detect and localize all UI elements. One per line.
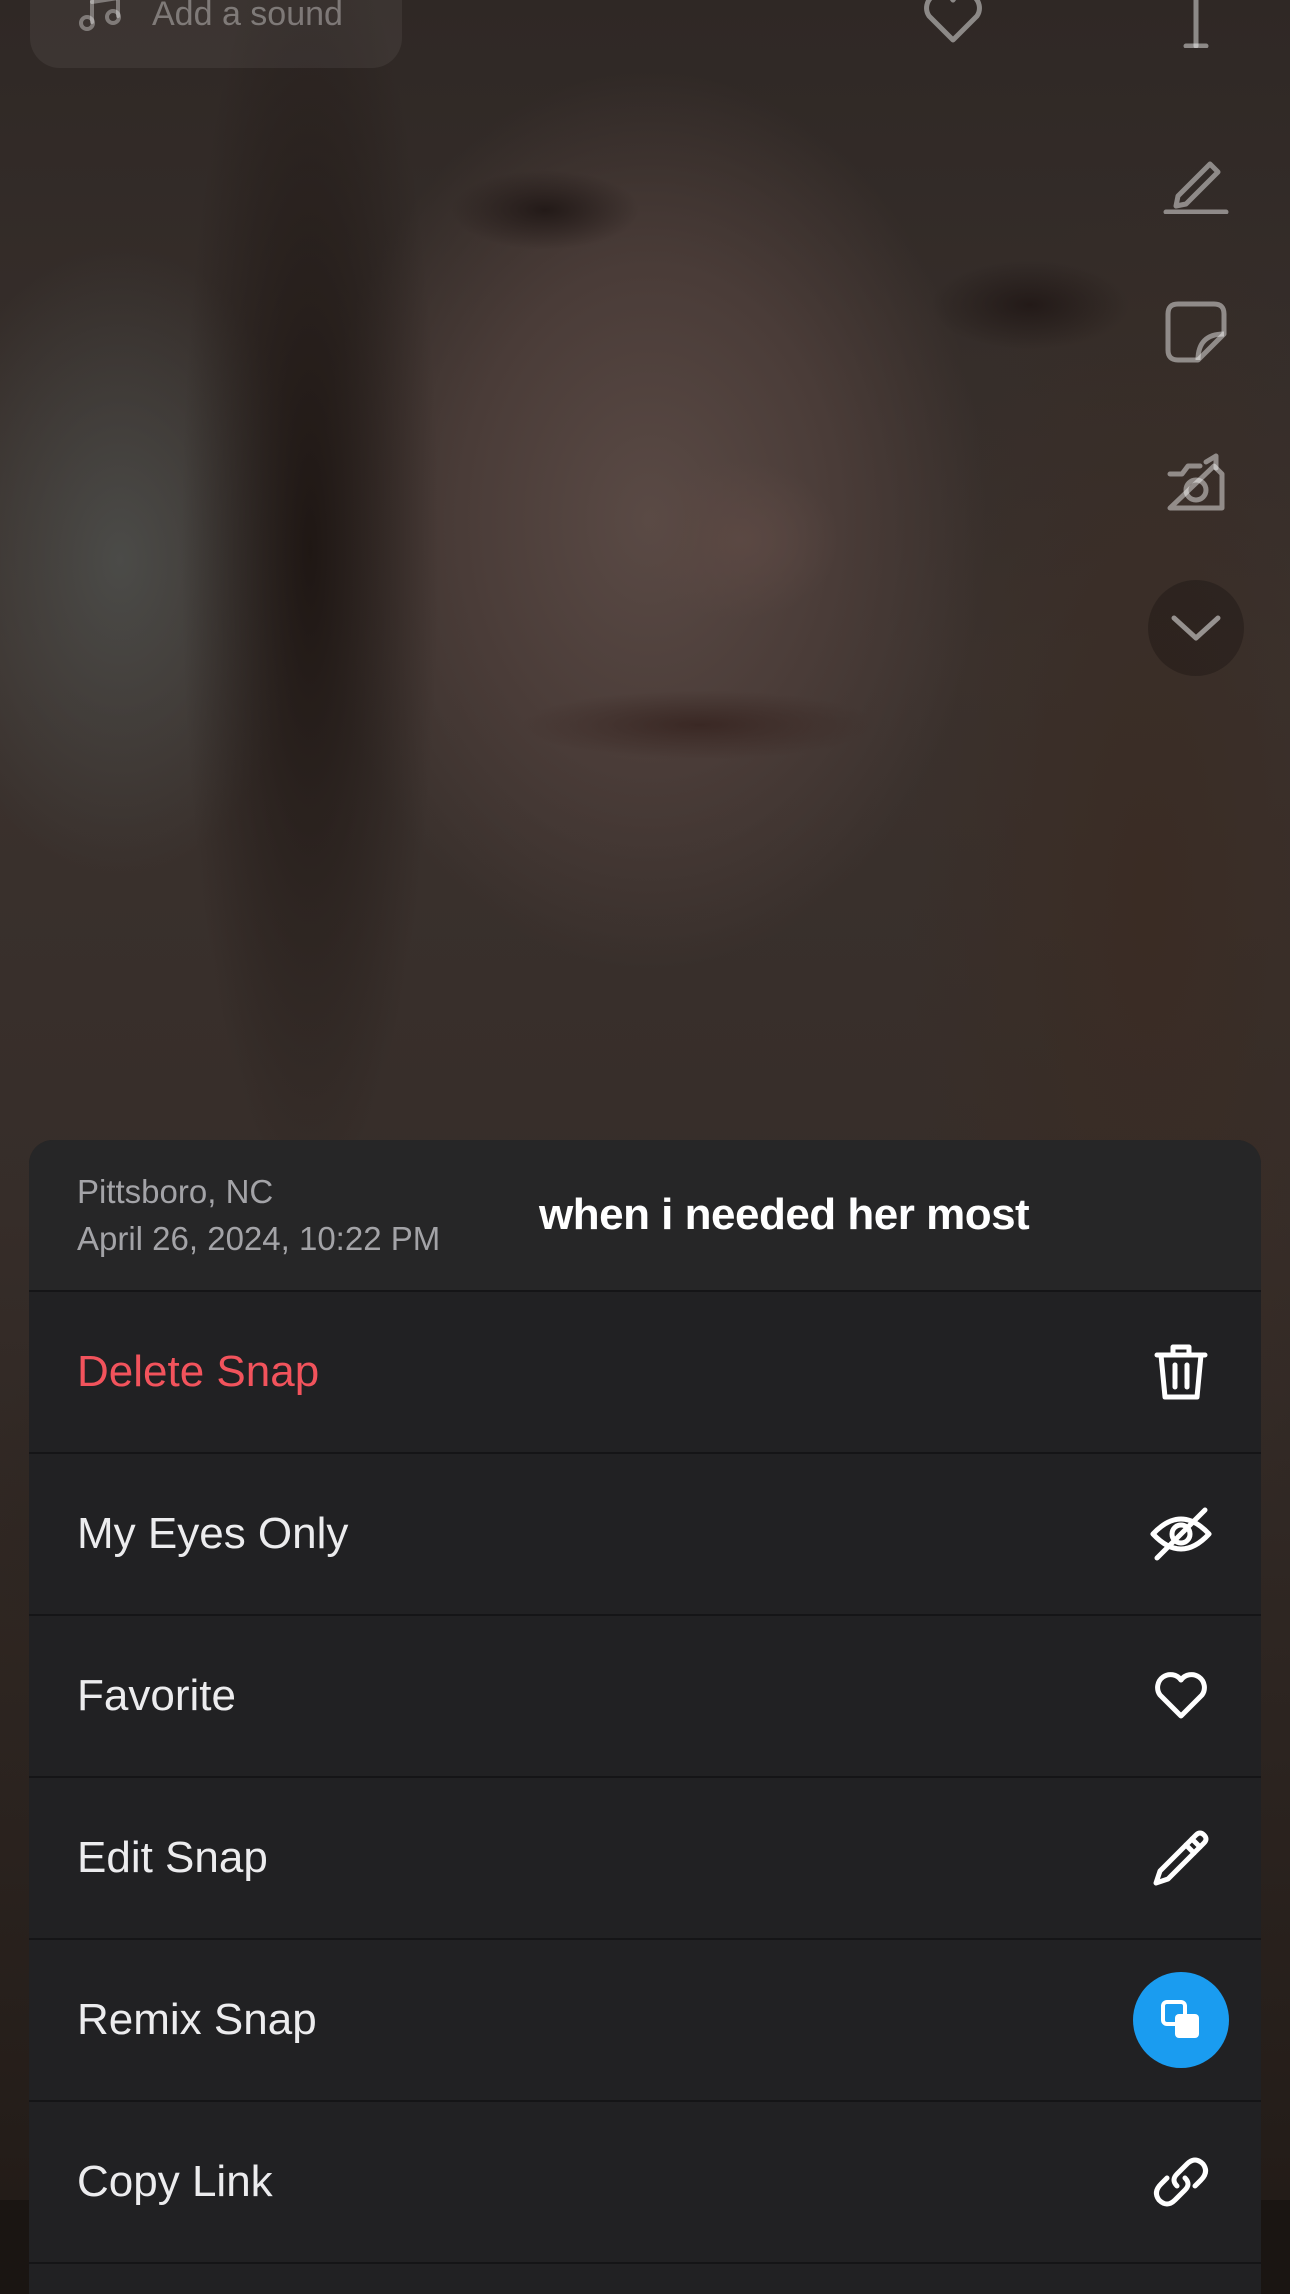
- copy-link-label: Copy Link: [77, 2157, 273, 2206]
- photo-shade: [930, 260, 1130, 350]
- chevron-down-icon[interactable]: [1148, 580, 1244, 676]
- delete-snap-label: Delete Snap: [77, 1347, 320, 1396]
- favorite-label: Favorite: [77, 1671, 236, 1720]
- snap-action-sheet: Pittsboro, NC April 26, 2024, 10:22 PM w…: [29, 1140, 1261, 2294]
- photo-shade: [450, 170, 640, 250]
- snap-memory-screen: Add a sound Pittsboro, NC April 26, 2024…: [0, 0, 1290, 2294]
- trash-icon: [1147, 1338, 1215, 1406]
- photo-shade: [520, 690, 880, 760]
- remix-snap-button[interactable]: Remix Snap: [29, 1940, 1261, 2102]
- pencil-icon[interactable]: [1162, 146, 1230, 215]
- photo-shade: [640, 460, 840, 620]
- link-icon: [1147, 2148, 1215, 2216]
- camera-flip-icon[interactable]: [1162, 452, 1230, 520]
- delete-snap-button[interactable]: Delete Snap: [29, 1292, 1261, 1454]
- snap-date: April 26, 2024, 10:22 PM: [77, 1220, 441, 1257]
- edit-snap-label: Edit Snap: [77, 1833, 268, 1882]
- my-eyes-only-button[interactable]: My Eyes Only: [29, 1454, 1261, 1616]
- heart-icon: [1147, 1662, 1215, 1730]
- text-icon[interactable]: [1162, 0, 1230, 49]
- heart-icon[interactable]: [922, 0, 984, 44]
- my-eyes-only-label: My Eyes Only: [77, 1509, 349, 1558]
- add-sound-label: Add a sound: [152, 0, 343, 33]
- pencil-icon: [1147, 1824, 1215, 1892]
- snap-metadata: Pittsboro, NC April 26, 2024, 10:22 PM: [77, 1170, 440, 1264]
- snap-caption: when i needed her most: [539, 1190, 1030, 1239]
- edit-snap-button[interactable]: Edit Snap: [29, 1778, 1261, 1940]
- photo-shade: [180, 0, 440, 1200]
- sticker-icon[interactable]: [1162, 298, 1230, 366]
- remix-snap-label: Remix Snap: [77, 1995, 317, 2044]
- favorite-button[interactable]: Favorite: [29, 1616, 1261, 1778]
- snap-info-header: Pittsboro, NC April 26, 2024, 10:22 PM w…: [29, 1140, 1261, 1292]
- snap-location: Pittsboro, NC: [77, 1173, 274, 1210]
- remix-icon: [1133, 1972, 1229, 2068]
- add-sound-button[interactable]: Add a sound: [30, 0, 402, 68]
- copy-link-button[interactable]: Copy Link: [29, 2102, 1261, 2264]
- music-note-icon: [78, 0, 126, 34]
- eye-slash-icon: [1147, 1500, 1215, 1568]
